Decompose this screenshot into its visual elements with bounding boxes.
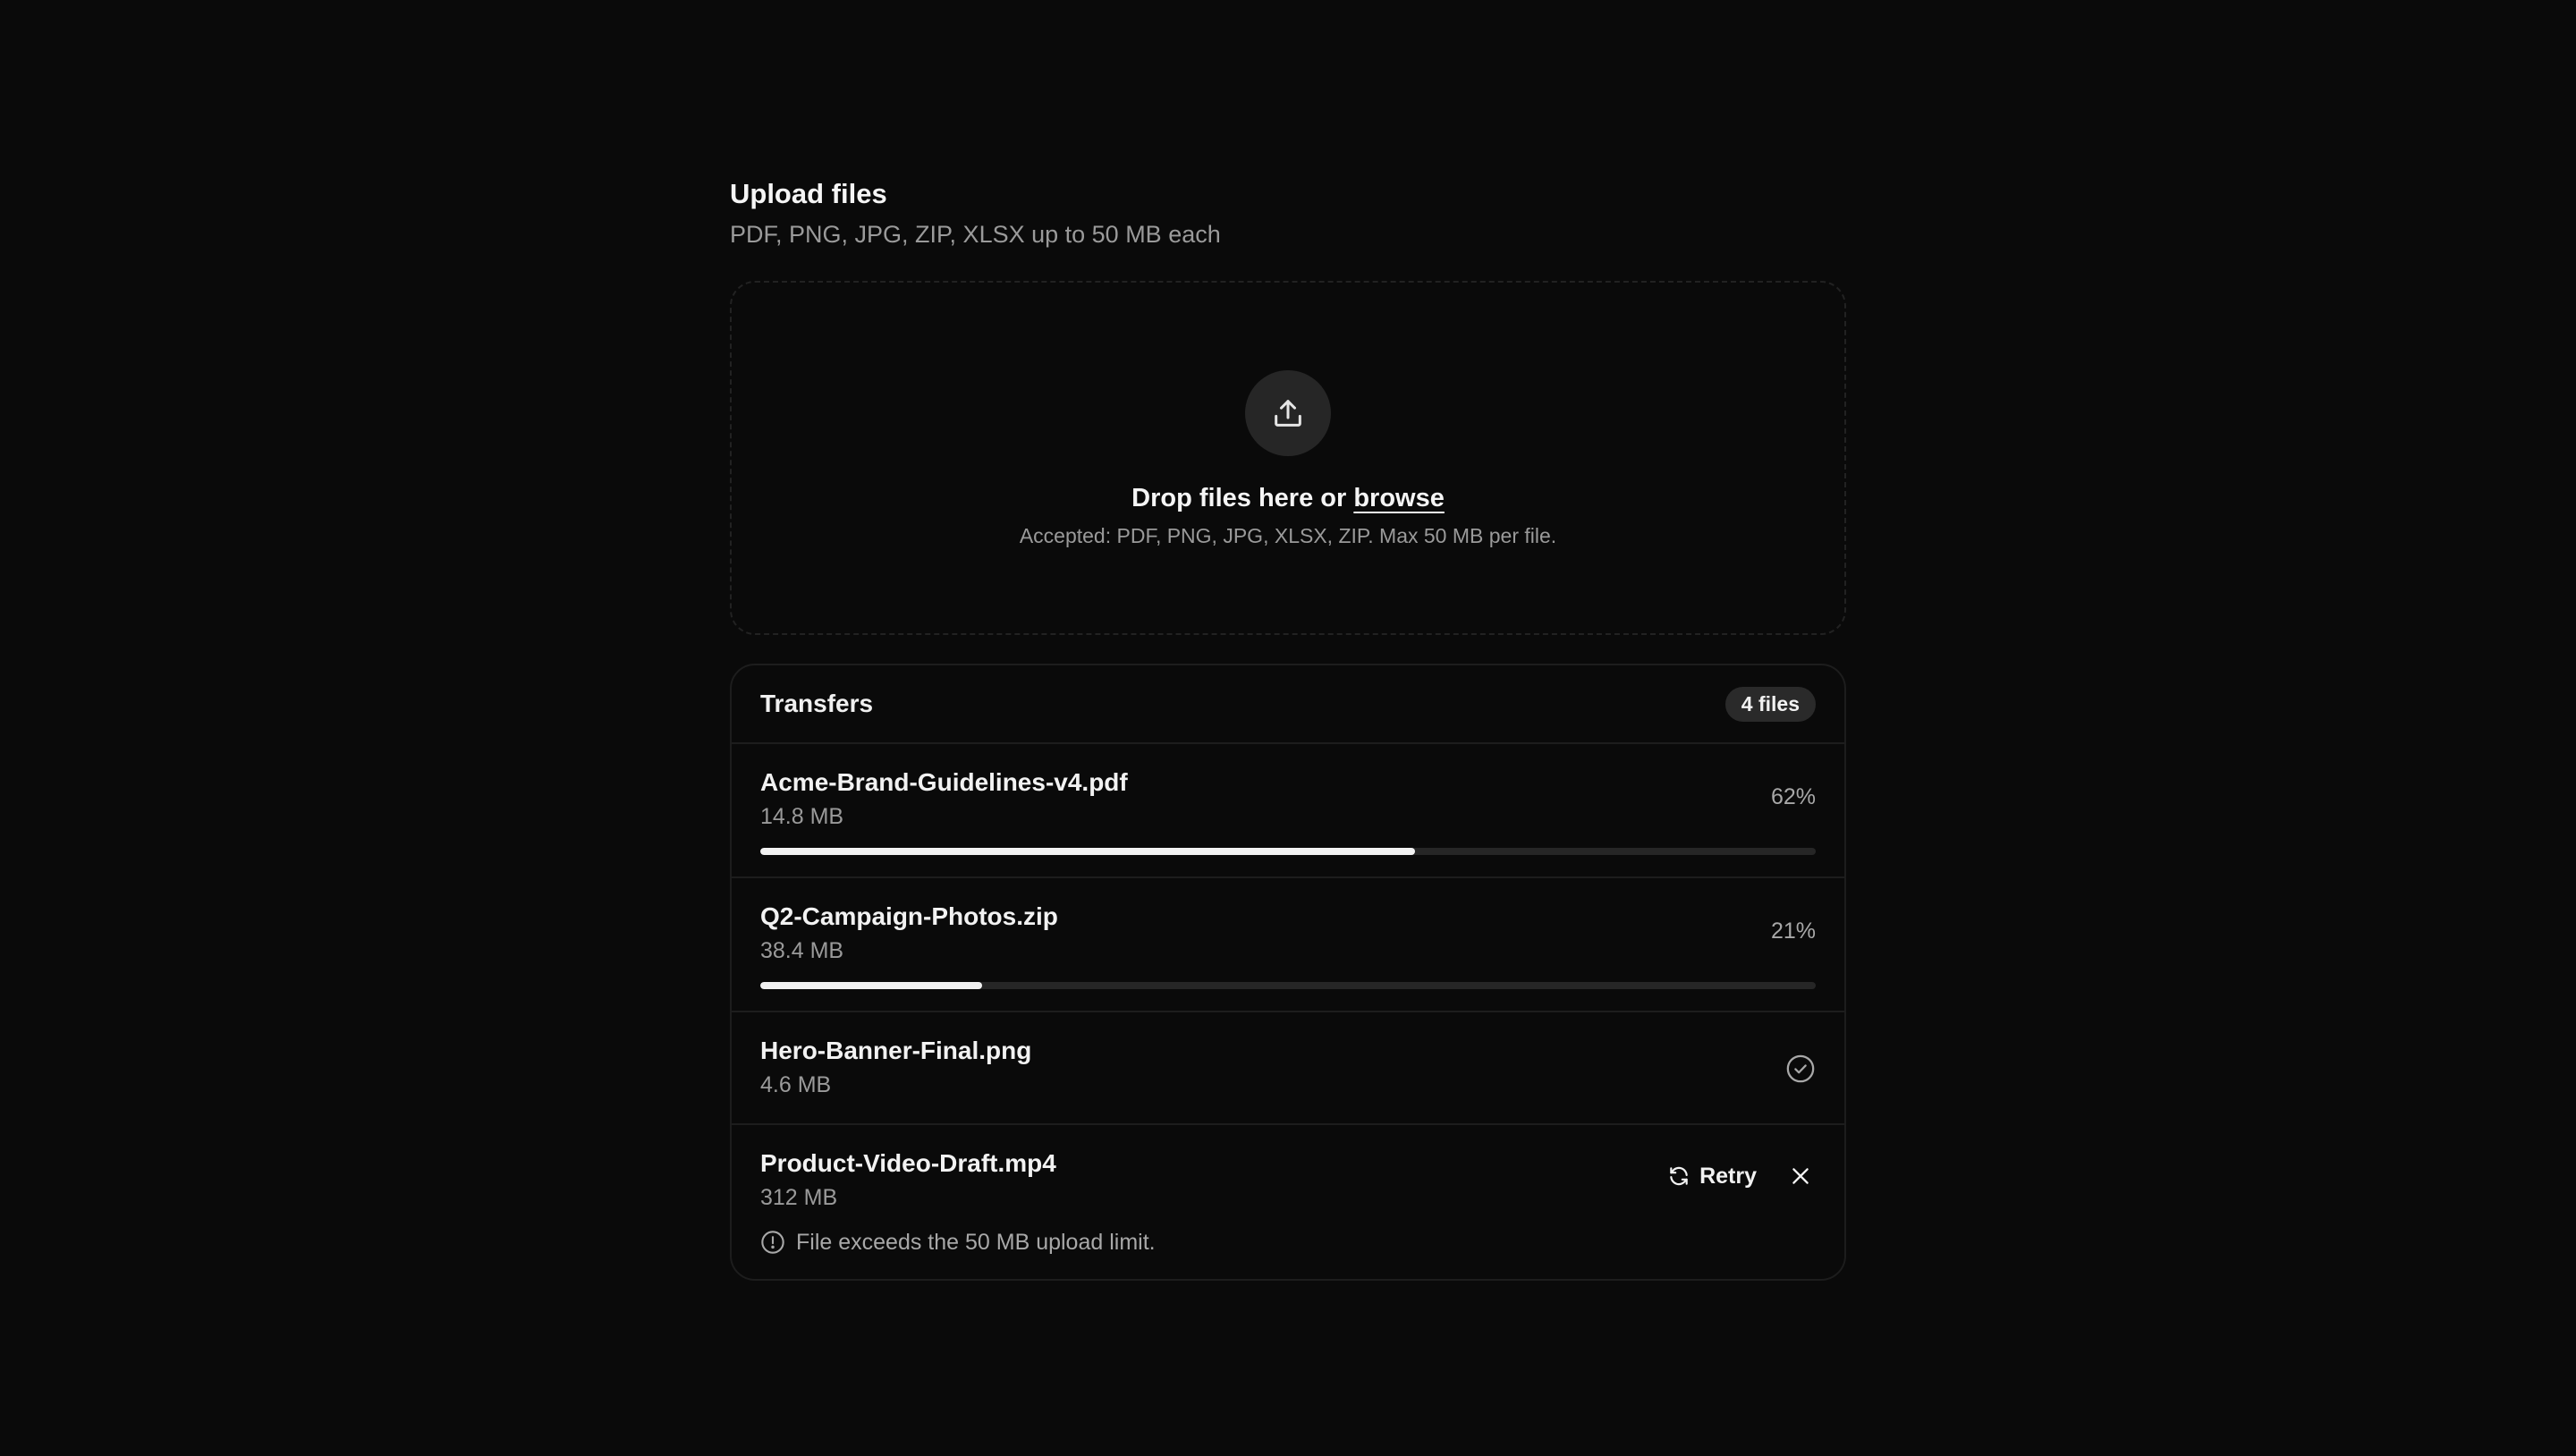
progress-percent: 62%	[1770, 784, 1816, 809]
transfer-row: Acme-Brand-Guidelines-v4.pdf 14.8 MB 62%	[732, 744, 1844, 878]
progress-track	[760, 982, 1816, 989]
transfers-title: Transfers	[760, 690, 874, 717]
retry-label: Retry	[1699, 1163, 1757, 1189]
upload-icon-circle	[1245, 370, 1331, 456]
file-dropzone[interactable]: Drop files here or browse Accepted: PDF,…	[730, 281, 1846, 635]
browse-link[interactable]: browse	[1353, 484, 1445, 512]
progress-fill	[760, 848, 1415, 855]
page-subtitle: PDF, PNG, JPG, ZIP, XLSX up to 50 MB eac…	[730, 221, 1221, 248]
file-size: 38.4 MB	[760, 938, 844, 963]
transfer-row: Product-Video-Draft.mp4 312 MB Retry Fil…	[732, 1125, 1844, 1279]
progress-fill	[760, 982, 982, 989]
refresh-icon	[1670, 1166, 1688, 1186]
progress-percent: 21%	[1770, 918, 1816, 944]
accepted-types-hint: Accepted: PDF, PNG, JPG, XLSX, ZIP. Max …	[1019, 524, 1557, 547]
file-count-badge: 4 files	[1724, 686, 1816, 722]
retry-button[interactable]: Retry	[1667, 1164, 1757, 1189]
transfers-header: Transfers 4 files	[732, 665, 1844, 744]
drop-prompt: Drop files here or browse	[1131, 479, 1445, 517]
file-name: Hero-Banner-Final.png	[760, 1037, 1032, 1064]
upload-page: Upload files PDF, PNG, JPG, ZIP, XLSX up…	[730, 174, 1846, 1281]
progress-track	[760, 848, 1816, 855]
remove-file-button[interactable]	[1785, 1161, 1816, 1191]
transfer-row: Hero-Banner-Final.png 4.6 MB	[732, 1012, 1844, 1125]
file-size: 4.6 MB	[760, 1072, 832, 1097]
info-circle-icon	[761, 1231, 784, 1254]
close-icon	[1792, 1168, 1809, 1184]
file-name: Q2-Campaign-Photos.zip	[760, 902, 1058, 930]
file-name: Acme-Brand-Guidelines-v4.pdf	[760, 768, 1128, 796]
transfers-panel: Transfers 4 files Acme-Brand-Guidelines-…	[730, 664, 1846, 1281]
error-text: File exceeds the 50 MB upload limit.	[796, 1230, 1156, 1255]
page-title: Upload files	[730, 178, 887, 209]
transfer-row: Q2-Campaign-Photos.zip 38.4 MB 21%	[732, 878, 1844, 1012]
drop-prompt-text: Drop files here or	[1131, 484, 1347, 512]
check-circle-icon	[1786, 1054, 1815, 1083]
row-actions: Retry	[1667, 1161, 1816, 1191]
file-size: 312 MB	[760, 1185, 838, 1210]
upload-icon	[1275, 400, 1301, 427]
file-size: 14.8 MB	[760, 804, 844, 829]
file-name: Product-Video-Draft.mp4	[760, 1149, 1056, 1177]
error-message: File exceeds the 50 MB upload limit.	[760, 1227, 1156, 1257]
